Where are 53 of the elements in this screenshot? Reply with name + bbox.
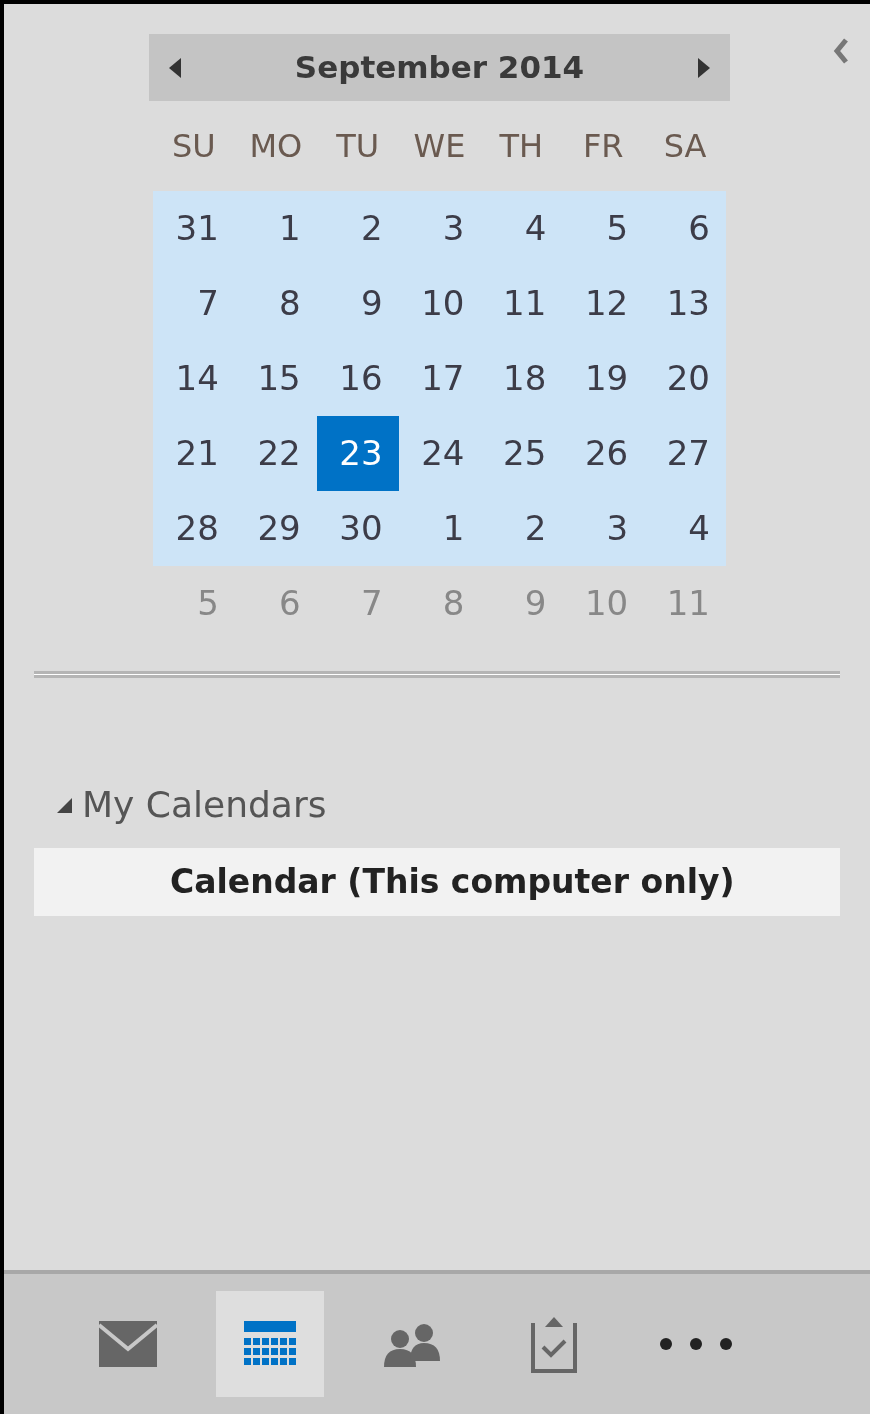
day-cell[interactable]: 21 <box>153 416 235 491</box>
day-cell[interactable]: 3 <box>562 491 645 566</box>
more-icon <box>659 1337 733 1351</box>
day-cell[interactable]: 15 <box>234 341 317 416</box>
day-cell[interactable]: 10 <box>398 266 481 341</box>
day-cell[interactable]: 12 <box>562 266 645 341</box>
weekday-label: FR <box>581 126 625 167</box>
day-cell[interactable]: 13 <box>644 266 726 341</box>
day-cell[interactable]: 24 <box>398 416 481 491</box>
next-month-icon[interactable] <box>696 55 712 80</box>
weekday-label: WE <box>412 126 467 167</box>
calendar-item[interactable]: Calendar (This computer only) <box>34 848 840 916</box>
day-cell[interactable]: 29 <box>234 491 317 566</box>
day-cell[interactable]: 5 <box>562 191 645 266</box>
day-cell[interactable]: 6 <box>644 191 726 266</box>
day-cell[interactable]: 8 <box>234 266 317 341</box>
day-cell[interactable]: 20 <box>644 341 726 416</box>
people-icon <box>384 1321 440 1367</box>
calendar-icon <box>244 1321 296 1367</box>
weekday-label: TH <box>498 126 545 167</box>
clipboard-check-icon <box>531 1315 577 1373</box>
day-cell[interactable]: 11 <box>480 266 563 341</box>
weekday-label: TU <box>335 126 381 167</box>
day-cell[interactable]: 16 <box>316 341 399 416</box>
day-cell[interactable]: 2 <box>480 491 563 566</box>
day-cell[interactable]: 1 <box>398 491 481 566</box>
calendar-button[interactable] <box>216 1291 324 1397</box>
previous-month-icon[interactable] <box>167 55 183 80</box>
mail-icon <box>99 1321 157 1367</box>
day-cell[interactable]: 2 <box>316 191 399 266</box>
day-cell[interactable]: 31 <box>153 191 235 266</box>
day-cell[interactable]: 9 <box>316 266 399 341</box>
day-cell[interactable]: 30 <box>316 491 399 566</box>
month-title: September 2014 <box>294 48 585 88</box>
day-cell[interactable]: 25 <box>480 416 563 491</box>
day-cell[interactable]: 19 <box>562 341 645 416</box>
day-cell[interactable]: 22 <box>234 416 317 491</box>
day-cell[interactable]: 27 <box>644 416 726 491</box>
day-cell[interactable]: 14 <box>153 341 235 416</box>
day-cell[interactable]: 1 <box>234 191 317 266</box>
group-title[interactable]: My Calendars <box>82 778 327 832</box>
day-cell[interactable]: 3 <box>398 191 481 266</box>
day-cell[interactable]: 28 <box>153 491 235 566</box>
day-cell[interactable]: 26 <box>562 416 645 491</box>
day-cell[interactable]: 4 <box>644 491 726 566</box>
day-cell[interactable]: 18 <box>480 341 563 416</box>
day-cell[interactable]: 17 <box>398 341 481 416</box>
weekday-label: SU <box>171 126 217 167</box>
weekday-label: MO <box>248 126 304 167</box>
day-cell[interactable]: 4 <box>480 191 563 266</box>
weekday-label: SA <box>662 126 708 167</box>
day-cell[interactable]: 7 <box>153 266 235 341</box>
day-cell[interactable]: 23 <box>316 416 399 491</box>
